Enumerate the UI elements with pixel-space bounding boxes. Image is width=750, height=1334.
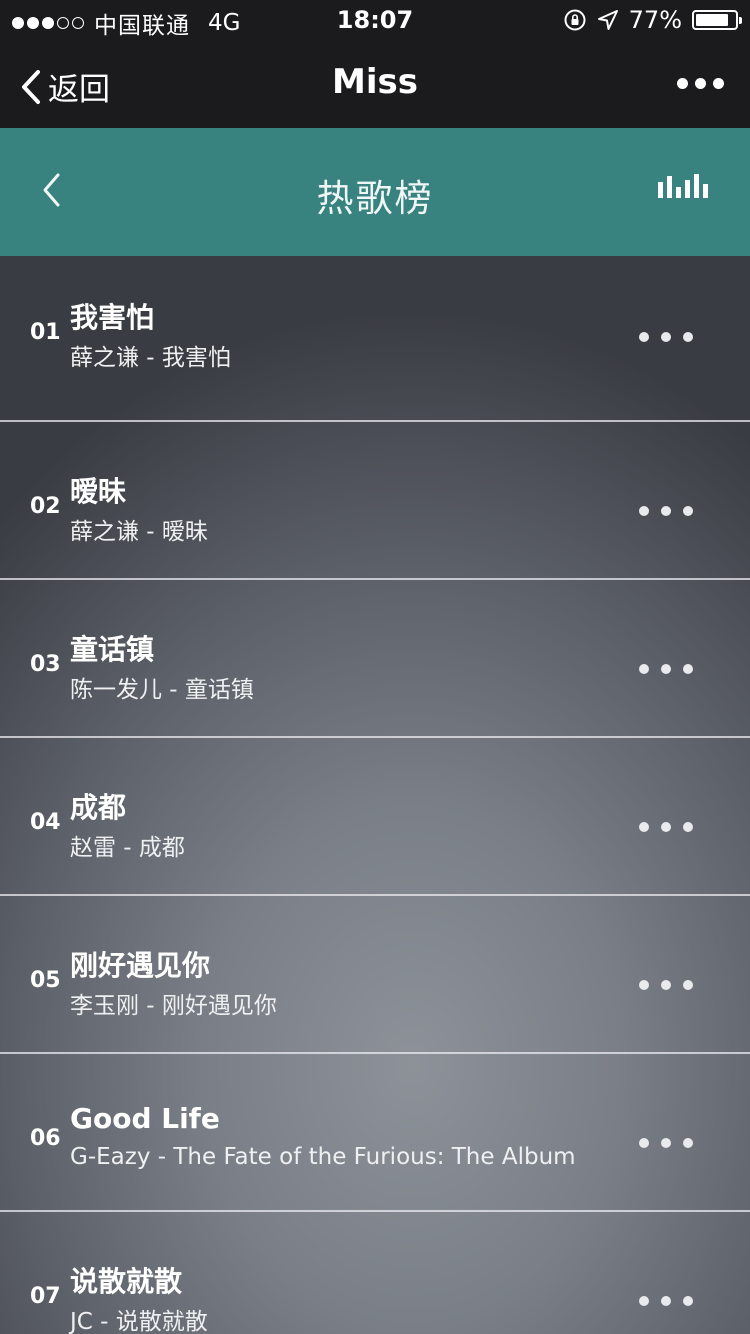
song-artist-album: 赵雷 - 成都 [70, 835, 185, 861]
song-title: 刚好遇见你 [70, 949, 211, 982]
rotation-lock-icon [564, 9, 586, 31]
chart-title: 热歌榜 [316, 177, 434, 220]
status-right: 77% [563, 6, 742, 34]
song-row[interactable]: 03 童话镇 陈一发儿 - 童话镇 [0, 580, 750, 738]
song-list: 01 我害怕 薛之谦 - 我害怕 02 暧昧 薛之谦 - 暧昧 03 童话镇 陈… [0, 256, 750, 1334]
song-rank: 03 [30, 652, 61, 677]
song-more-button[interactable] [639, 664, 693, 674]
song-more-button[interactable] [639, 822, 693, 832]
chart-header: 热歌榜 [0, 128, 750, 256]
song-more-button[interactable] [639, 1138, 693, 1148]
song-row[interactable]: 01 我害怕 薛之谦 - 我害怕 [0, 256, 750, 422]
song-title: 成都 [70, 791, 127, 824]
song-artist-album: 薛之谦 - 暧昧 [70, 519, 208, 545]
song-title: 我害怕 [70, 301, 155, 334]
song-title: 暧昧 [70, 475, 127, 508]
location-arrow-icon [597, 10, 618, 30]
song-more-button[interactable] [639, 980, 693, 990]
now-playing-button[interactable] [658, 174, 708, 202]
song-more-button[interactable] [639, 506, 693, 516]
song-more-button[interactable] [639, 332, 693, 342]
song-title: 童话镇 [70, 633, 155, 666]
song-artist-album: 薛之谦 - 我害怕 [70, 345, 231, 371]
song-artist-album: 陈一发儿 - 童话镇 [70, 677, 254, 703]
song-rank: 02 [30, 494, 61, 519]
song-rank: 04 [30, 810, 61, 835]
page-title: Miss [332, 62, 418, 102]
song-row[interactable]: 05 刚好遇见你 李玉刚 - 刚好遇见你 [0, 896, 750, 1054]
song-artist-album: 李玉刚 - 刚好遇见你 [70, 993, 277, 1019]
song-rank: 05 [30, 968, 61, 993]
song-artist-album: JC - 说散就散 [70, 1309, 208, 1334]
navigation-bar: 返回 Miss [0, 40, 750, 128]
battery-percentage: 77% [628, 6, 682, 34]
song-more-button[interactable] [639, 1296, 693, 1306]
song-rank: 01 [30, 320, 61, 345]
equalizer-icon [658, 174, 708, 198]
song-artist-album: G-Eazy - The Fate of the Furious: The Al… [70, 1144, 576, 1170]
battery-icon [692, 10, 742, 30]
song-rank: 06 [30, 1126, 61, 1151]
status-bar: 中国联通 4G 18:07 77% [0, 0, 750, 40]
song-row[interactable]: 06 Good Life G-Eazy - The Fate of the Fu… [0, 1054, 750, 1212]
song-row[interactable]: 04 成都 赵雷 - 成都 [0, 738, 750, 896]
song-row[interactable]: 07 说散就散 JC - 说散就散 [0, 1212, 750, 1334]
song-title: 说散就散 [70, 1265, 183, 1298]
song-rank: 07 [30, 1284, 61, 1309]
song-title: Good Life [70, 1102, 220, 1135]
song-row[interactable]: 02 暧昧 薛之谦 - 暧昧 [0, 422, 750, 580]
more-options-button[interactable] [677, 78, 724, 89]
